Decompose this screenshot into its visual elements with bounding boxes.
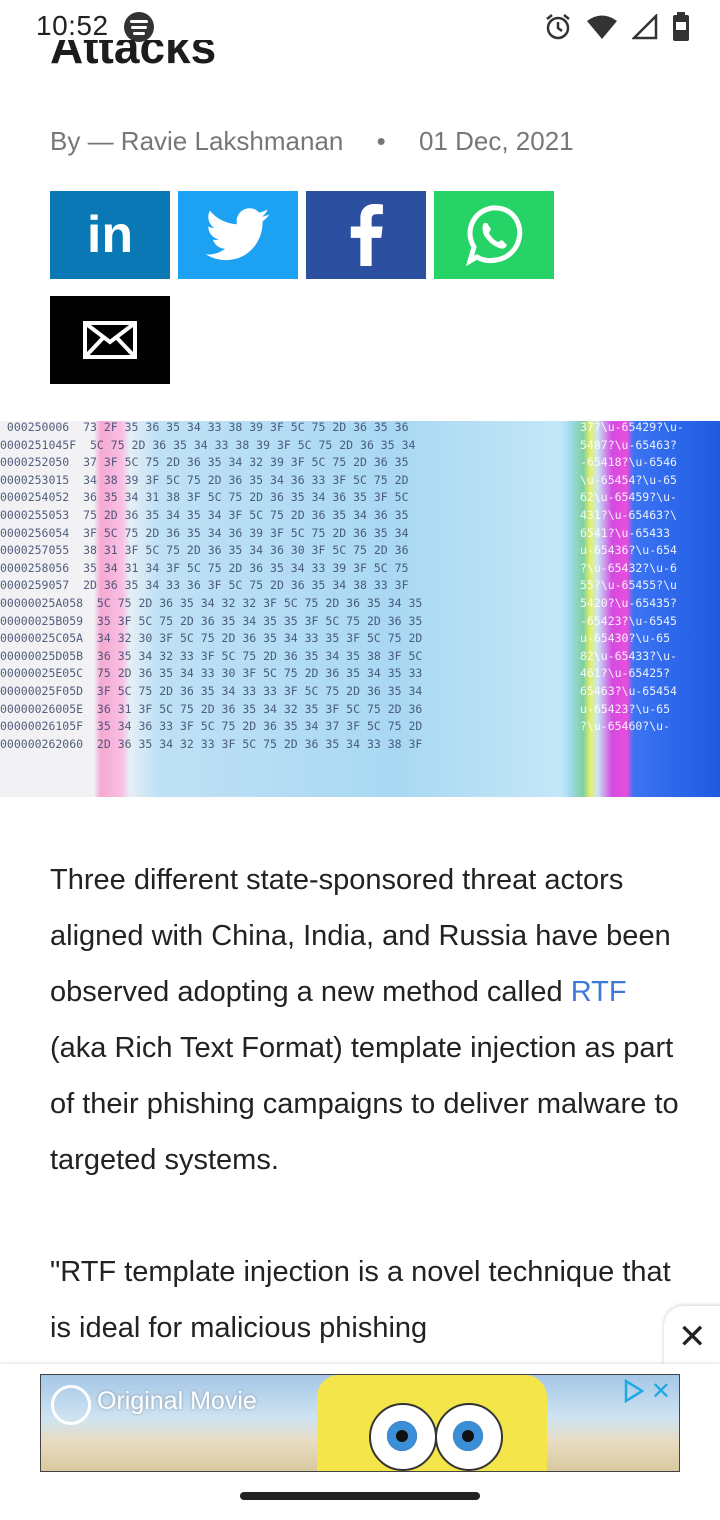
ad-brand-text: Original Movie [97, 1387, 257, 1415]
article-body: Three different state-sponsored threat a… [50, 852, 680, 1412]
share-whatsapp-button[interactable] [434, 191, 554, 279]
ad-banner[interactable]: Original Movie ✕ [40, 1374, 680, 1472]
alarm-icon [546, 14, 570, 40]
ad-close-tab[interactable]: ✕ [664, 1306, 720, 1366]
share-email-button[interactable] [50, 296, 170, 384]
byline-separator: • [376, 126, 386, 156]
adchoices-icon[interactable] [623, 1379, 645, 1403]
publish-date: 01 Dec, 2021 [418, 126, 574, 156]
author[interactable]: By — Ravie Lakshmanan [50, 126, 343, 156]
share-twitter-button[interactable] [178, 191, 298, 279]
navigation-bar [0, 1474, 720, 1520]
article-paragraph: "RTF template injection is a novel techn… [50, 1256, 671, 1344]
article-paragraph: Three different state-sponsored threat a… [50, 864, 679, 1176]
ad-character-image [317, 1375, 547, 1471]
email-icon [83, 321, 137, 359]
linkedin-icon: in [86, 206, 134, 264]
spotify-icon [124, 12, 154, 42]
ad-close-icon[interactable]: ✕ [651, 1377, 671, 1406]
share-facebook-button[interactable] [306, 191, 426, 279]
twitter-icon [205, 208, 270, 261]
status-time: 10:52 [36, 10, 109, 41]
whatsapp-icon [465, 205, 523, 267]
ad-character-eye [435, 1403, 503, 1471]
ad-character-eye [369, 1403, 437, 1471]
share-linkedin-button[interactable]: in [50, 191, 170, 279]
battery-icon [673, 12, 689, 41]
home-gesture-handle[interactable] [240, 1492, 480, 1500]
byline: By — Ravie Lakshmanan • 01 Dec, 2021 [50, 126, 574, 157]
article-hero-image: 000250006 73 2F 35 36 35 34 33 38 39 3F … [0, 421, 720, 797]
wifi-icon [587, 15, 617, 39]
facebook-icon [350, 204, 383, 266]
ad-brand-logo [51, 1385, 91, 1425]
rtf-link[interactable]: RTF [571, 976, 627, 1008]
close-icon[interactable]: ✕ [678, 1320, 707, 1354]
signal-icon [632, 14, 658, 40]
